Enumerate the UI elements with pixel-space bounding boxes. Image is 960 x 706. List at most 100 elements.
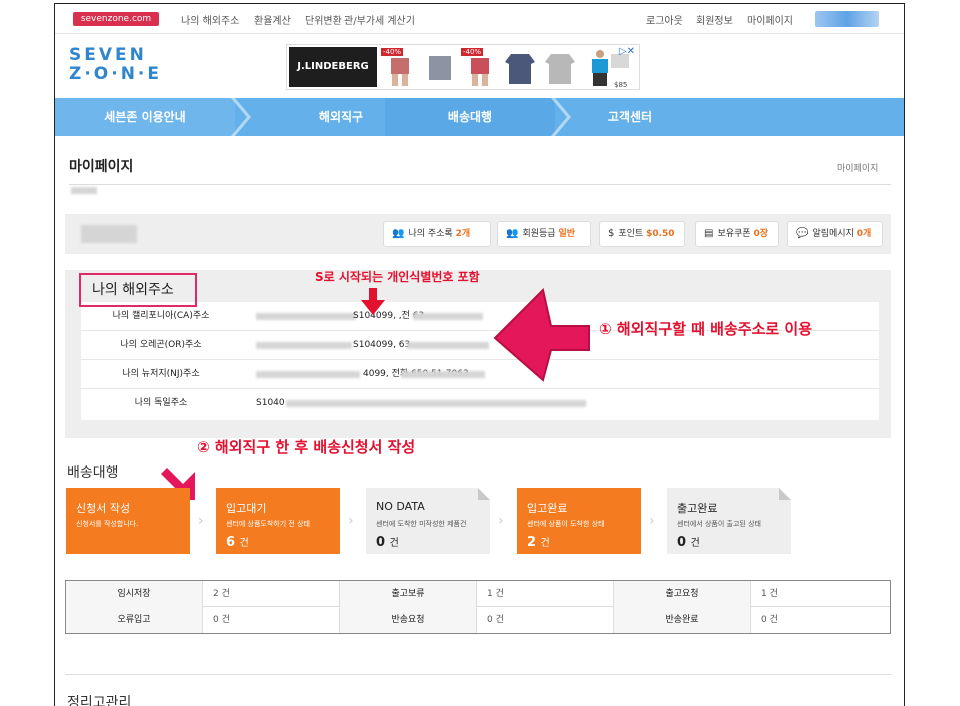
title-divider — [69, 184, 891, 185]
polo-shirt-icon — [545, 54, 575, 84]
card-count: 6 건 — [226, 534, 249, 550]
status-label: 반송완료 — [614, 607, 751, 633]
card-folded-corner — [478, 488, 490, 500]
user-name-blurred — [815, 11, 879, 27]
toplink-tax-calculator[interactable]: 관/부가세 계산기 — [344, 12, 415, 27]
card-count-number: 0 — [677, 535, 687, 550]
blurred-address — [407, 342, 489, 349]
delivery-section-title: 배송대행 — [67, 465, 119, 481]
big-pointer-arrow-icon — [493, 288, 590, 382]
toplink-overseas-address[interactable]: 나의 해외주소 — [181, 12, 239, 27]
card-title: NO DATA — [376, 500, 425, 513]
address-value[interactable]: S104099, 63 — [353, 331, 410, 360]
main-navigation: 세븐존 이용안내 해외직구 배송대행 고객센터 — [55, 98, 904, 136]
address-book-icon: 👥 — [392, 228, 405, 239]
pill-label: 나의 주소록 — [408, 229, 453, 239]
toplink-unit-convert[interactable]: 단위변환 — [305, 12, 342, 27]
card-description: 신청서를 작성합니다. — [76, 520, 139, 528]
pill-label: 보유쿠폰 — [717, 229, 751, 239]
ad-product-image — [501, 48, 539, 88]
status-label: 오류입고 — [66, 607, 203, 633]
status-value[interactable]: 0 건 — [751, 607, 890, 633]
ad-close-icon[interactable]: ▷✕ — [619, 46, 635, 57]
coupon-icon: ▤ — [704, 228, 714, 239]
status-value[interactable]: 1 건 — [751, 581, 890, 607]
card-count-unit: 건 — [540, 538, 550, 549]
card-description: 센터에 상품이 도착한 상태 — [527, 520, 605, 528]
nav-item-guide[interactable]: 세븐존 이용안내 — [55, 98, 235, 136]
site-small-logo[interactable]: sevenzone.com — [73, 12, 159, 26]
nav-item-shipping-agency[interactable]: 배송대행 — [385, 98, 555, 136]
ad-brand-label: J.LINDEBERG — [289, 47, 377, 87]
status-label: 출고보류 — [340, 581, 477, 607]
logo-line-2: Z·O·N·E — [69, 64, 162, 84]
blurred-address — [256, 313, 356, 320]
address-row-de: 나의 독일주소 S1040 — [81, 389, 879, 418]
advertisement-banner[interactable]: J.LINDEBERG -40% -40% $85 ▷✕ — [286, 44, 640, 90]
ad-price: $85 — [614, 81, 628, 89]
logout-link[interactable]: 로그아웃 — [646, 12, 683, 27]
ad-product-image — [421, 48, 459, 88]
pill-value: 0개 — [856, 229, 872, 239]
status-value[interactable]: 2 건 — [203, 581, 340, 607]
card-count-unit: 건 — [389, 538, 399, 549]
nav-item-customer-center[interactable]: 고객센터 — [555, 98, 705, 136]
pill-label: 알림메시지 — [812, 229, 854, 239]
member-summary-box: 👥 나의 주소록 2개 👥 회원등급 일반 $ 포인트 $0.50 ▤ 보유쿠폰 0장 … — [65, 214, 891, 254]
blurred-user-name — [81, 225, 137, 243]
blurred-address — [286, 400, 586, 407]
card-count: 2 건 — [527, 534, 550, 550]
card-count-number: 6 — [226, 535, 236, 550]
address-value[interactable]: S1040 — [256, 389, 285, 418]
point-icon: $ — [608, 228, 615, 239]
overseas-address-box: 나의 캘리포니아(CA)주소 S104099, ,전 63 나의 오레곤(OR)… — [65, 270, 891, 438]
member-info-link[interactable]: 회원정보 — [696, 12, 733, 27]
status-label: 출고요청 — [614, 581, 751, 607]
status-value[interactable]: 1 건 — [477, 581, 614, 607]
status-value[interactable]: 0 건 — [477, 607, 614, 633]
card-no-data[interactable]: NO DATA 센터에 도착한 미작성한 제품건 0 건 — [366, 488, 490, 554]
card-shipped[interactable]: 출고완료 센터에서 상품이 출고된 상태 0 건 — [667, 488, 791, 554]
card-write-application[interactable]: 신청서 작성 신청서를 작성합니다. — [66, 488, 190, 554]
card-awaiting-arrival[interactable]: 입고대기 센터에 상품도착하기 전 상태 6 건 — [216, 488, 340, 554]
card-arrival-complete[interactable]: 입고완료 센터에 상품이 도착한 상태 2 건 — [517, 488, 641, 554]
application-annotation: ② 해외직구 한 후 배송신청서 작성 — [197, 438, 416, 456]
section-divider — [65, 674, 891, 675]
blurred-address — [413, 313, 483, 320]
ad-discount-badge: -40% — [381, 48, 404, 56]
address-row-nj: 나의 뉴저지(NJ)주소 4099, 전화 650 51-7063 — [81, 360, 879, 389]
shipping-address-annotation: ① 해외직구할 때 배송주소로 이용 — [599, 320, 812, 338]
toplink-exchange-rate[interactable]: 환율계산 — [254, 12, 291, 27]
point-pill[interactable]: $ 포인트 $0.50 — [599, 221, 685, 247]
chevron-right-icon: › — [649, 513, 655, 529]
status-value[interactable]: 0 건 — [203, 607, 340, 633]
card-description: 센터에 도착한 미작성한 제품건 — [376, 520, 467, 528]
breadcrumb[interactable]: 마이페이지 — [837, 161, 878, 174]
card-title: 신청서 작성 — [76, 502, 131, 515]
blurred-text — [71, 187, 97, 194]
card-description: 센터에 상품도착하기 전 상태 — [226, 520, 310, 528]
pill-label: 포인트 — [618, 229, 644, 239]
coupon-pill[interactable]: ▤ 보유쿠폰 0장 — [695, 221, 779, 247]
message-icon: 💬 — [796, 228, 809, 239]
polo-shirt-icon — [505, 54, 535, 84]
pill-value: $0.50 — [646, 229, 675, 239]
nav-separator-chevron-icon — [231, 98, 251, 136]
polo-shirt-icon — [429, 56, 451, 80]
address-book-pill[interactable]: 👥 나의 주소록 2개 — [383, 221, 491, 247]
ad-product-image — [541, 48, 579, 88]
address-label: 나의 독일주소 — [134, 398, 188, 408]
next-section-title: 정리고관리 — [67, 695, 132, 706]
sevenzone-logo[interactable]: SEVEN Z·O·N·E — [69, 46, 161, 86]
status-label: 반송요청 — [340, 607, 477, 633]
logo-line-1: SEVEN — [69, 45, 147, 65]
card-count-unit: 건 — [690, 538, 700, 549]
pill-label: 회원등급 — [522, 229, 556, 239]
pill-value: 2개 — [455, 229, 471, 239]
mypage-link[interactable]: 마이페이지 — [747, 12, 793, 27]
card-count: 0 건 — [376, 534, 399, 550]
message-pill[interactable]: 💬 알림메시지 0개 — [787, 221, 883, 247]
member-grade-pill[interactable]: 👥 회원등급 일반 — [497, 221, 591, 247]
card-folded-corner — [779, 488, 791, 500]
blurred-address — [256, 342, 352, 349]
